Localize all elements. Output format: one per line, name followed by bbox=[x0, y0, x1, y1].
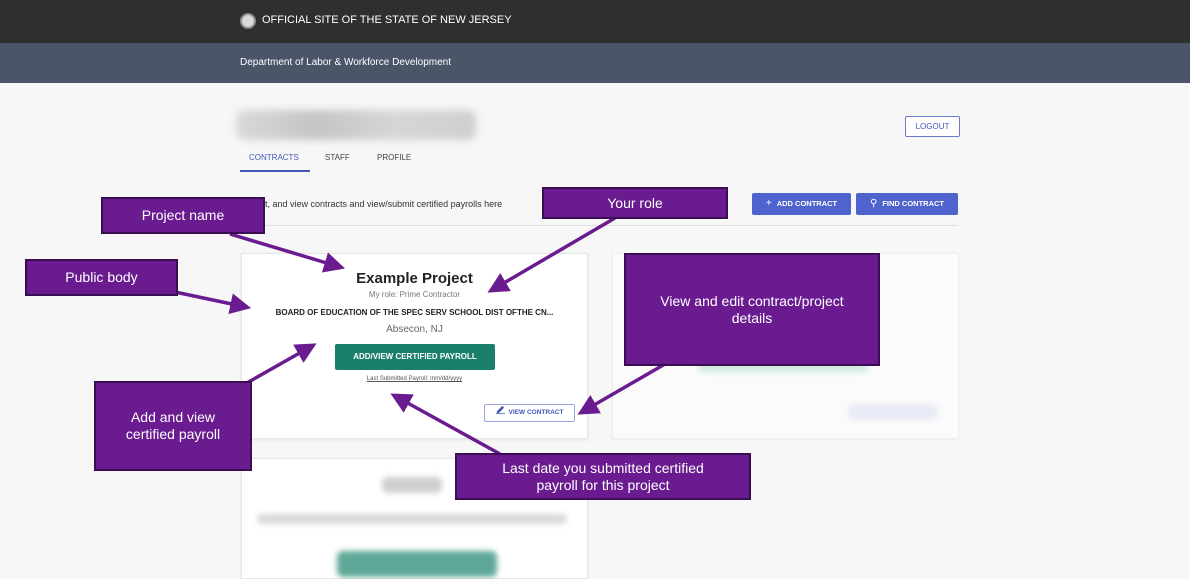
callout-view-edit: View and edit contract/project details bbox=[624, 253, 880, 366]
callout-project-name: Project name bbox=[101, 197, 265, 234]
callout-add-view-payroll: Add and view certified payroll bbox=[94, 381, 252, 471]
arrow-your-role bbox=[487, 216, 616, 293]
arrow-project-name bbox=[229, 232, 346, 273]
arrow-view-contract bbox=[577, 362, 666, 415]
arrow-last-date bbox=[390, 393, 501, 456]
callout-last-date: Last date you submitted certified payrol… bbox=[455, 453, 751, 500]
arrow-payroll bbox=[244, 343, 317, 386]
callout-public-body: Public body bbox=[25, 259, 178, 296]
arrow-public-body bbox=[174, 290, 252, 315]
callout-your-role: Your role bbox=[542, 187, 728, 219]
